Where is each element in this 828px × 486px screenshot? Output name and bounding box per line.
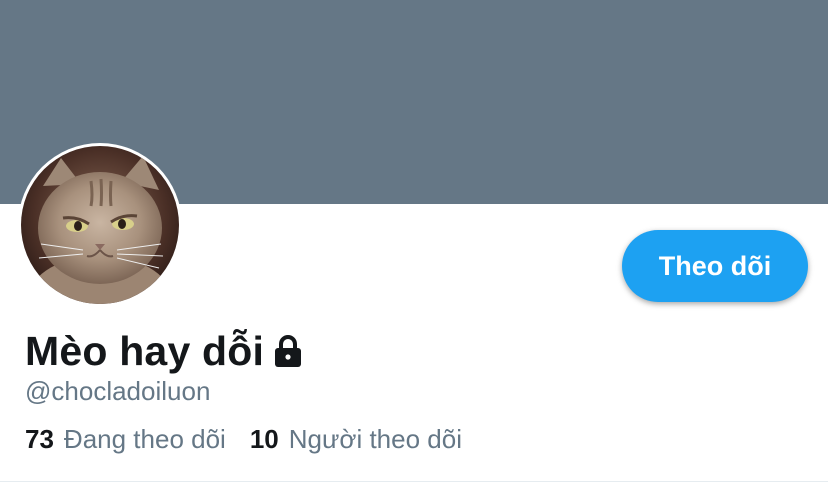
avatar[interactable] xyxy=(18,143,182,307)
profile-name-row: Mèo hay dỗi xyxy=(25,326,303,376)
display-name: Mèo hay dỗi xyxy=(25,327,265,374)
following-count: 73 xyxy=(25,424,54,454)
followers-stat-link[interactable]: 10 Người theo dõi xyxy=(250,424,462,455)
followers-count: 10 xyxy=(249,424,279,454)
following-stat-link[interactable]: 73 Đang theo dõi xyxy=(25,424,226,455)
follow-button[interactable]: Theo dõi xyxy=(622,230,808,302)
followers-label: Người theo dõi xyxy=(288,424,462,454)
profile-stats: 73 Đang theo dõi 10 Người theo dõi xyxy=(25,424,462,455)
lock-icon xyxy=(273,334,303,368)
avatar-cat-image xyxy=(21,146,179,304)
divider xyxy=(0,481,828,482)
profile-handle: @chocladoiluon xyxy=(25,376,211,406)
following-label: Đang theo dõi xyxy=(63,424,226,454)
